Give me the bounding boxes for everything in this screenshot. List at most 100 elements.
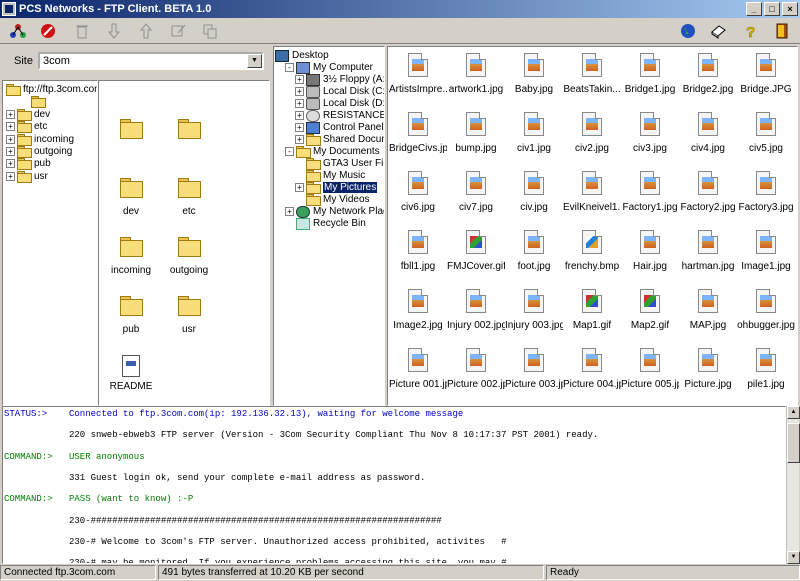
minimize-button[interactable]: _ [746,2,762,16]
expand-icon[interactable]: + [295,75,304,84]
local-tree[interactable]: Desktop - My Computer +3½ Floppy (A:) + Local… [273,46,385,406]
log-scrollbar[interactable]: ▲ ▼ [786,406,800,564]
expand-icon[interactable]: - [285,147,294,156]
folder-item[interactable]: outgoing [159,237,219,276]
file-item[interactable]: hartman.jpg [679,230,737,272]
file-item[interactable]: MAP.jpg [679,289,737,331]
file-item[interactable]: Bridge2.jpg [679,53,737,95]
file-item[interactable]: Map1.gif [563,289,621,331]
file-item[interactable]: Baby.jpg [505,53,563,95]
file-item[interactable]: FMJCover.gif [447,230,505,272]
file-item[interactable]: Factory1.jpg [621,171,679,213]
web-button[interactable] [678,22,698,40]
local-file-list[interactable]: ArtistsImpre... artwork1.jpg Baby.jpg Beats… [387,46,798,406]
file-item[interactable]: Picture 005.jpg [621,348,679,390]
file-item[interactable]: Bridge.JPG [737,53,795,95]
file-item[interactable]: civ5.jpg [737,112,795,154]
chevron-down-icon[interactable]: ▼ [247,54,262,68]
delete-button[interactable] [72,22,92,40]
folder-item[interactable]: pub [101,296,161,335]
file-item[interactable]: Map2.gif [621,289,679,331]
close-button[interactable]: × [782,2,798,16]
file-item[interactable]: ohbugger.jpg [737,289,795,331]
file-item[interactable]: BeatsTakin... [563,53,621,95]
download-button[interactable] [104,22,124,40]
file-item[interactable]: civ.jpg [505,171,563,213]
file-item[interactable]: Injury 003.jpg [505,289,563,331]
expand-icon[interactable]: + [6,147,15,156]
scroll-down-icon[interactable]: ▼ [787,551,800,564]
expand-icon[interactable]: + [285,207,294,216]
expand-icon[interactable]: + [295,111,304,120]
tree-item[interactable]: Recycle Bin [285,217,366,230]
expand-icon[interactable]: - [285,63,294,72]
tree-item[interactable]: ftp://ftp.3com.com/ [6,83,97,96]
file-item[interactable]: Factory3.jpg [737,171,795,213]
expand-icon[interactable]: + [295,183,304,192]
file-item[interactable]: foot.jpg [505,230,563,272]
file-item[interactable]: Hair.jpg [621,230,679,272]
file-item[interactable]: fbll1.jpg [389,230,447,272]
file-item[interactable]: artwork1.jpg [447,53,505,95]
file-item[interactable]: Picture 003.jpg [505,348,563,390]
site-select[interactable]: 3com ▼ [38,52,264,70]
folder-item[interactable]: incoming [101,237,161,276]
tree-item[interactable]: + etc [6,120,47,134]
folder-item[interactable] [101,119,161,147]
expand-icon[interactable]: + [295,87,304,96]
expand-icon[interactable]: + [6,122,15,132]
scroll-thumb[interactable] [787,423,800,463]
file-item[interactable]: Picture 002.jpg [447,348,505,390]
file-item[interactable]: EvilKneivel1... [563,171,621,213]
disconnect-button[interactable] [38,22,58,40]
folder-item[interactable]: usr [159,296,219,335]
expand-icon[interactable]: + [6,134,15,144]
file-item[interactable]: Image1.jpg [737,230,795,272]
expand-icon[interactable]: + [6,109,15,119]
remote-file-list[interactable]: dev etc incoming outgoing pub usr README [98,80,270,406]
upload-button[interactable] [136,22,156,40]
expand-icon[interactable]: + [295,123,304,132]
file-item[interactable]: civ7.jpg [447,171,505,213]
file-item[interactable]: civ2.jpg [563,112,621,154]
scroll-up-icon[interactable]: ▲ [787,406,800,419]
file-item[interactable]: Factory2.jpg [679,171,737,213]
file-item[interactable]: Injury 002.jpg [447,289,505,331]
file-item[interactable]: Picture.jpg [679,348,737,390]
tree-item[interactable]: + usr [6,170,48,183]
tree-item[interactable]: + pub [6,157,51,171]
folder-item[interactable]: dev [101,178,161,217]
file-item[interactable]: civ4.jpg [679,112,737,154]
help-button[interactable]: ? [740,22,760,40]
file-item[interactable]: frenchy.bmp [563,230,621,272]
options-button[interactable] [708,22,728,40]
exit-button[interactable] [772,22,792,40]
file-item[interactable]: ArtistsImpre... [389,53,447,95]
file-item[interactable]: bump.jpg [447,112,505,154]
file-item[interactable]: Bridge1.jpg [621,53,679,95]
file-item[interactable]: civ3.jpg [621,112,679,154]
rename-button[interactable] [168,22,188,40]
tree-item[interactable]: + outgoing [6,145,72,158]
file-item[interactable]: pile1.jpg [737,348,795,390]
file-item[interactable]: BridgeCivs.jpg [389,112,447,154]
folder-item[interactable]: etc [159,178,219,217]
remote-tree[interactable]: ftp://ftp.3com.com/ + dev + etc + incoming + out… [2,80,98,406]
expand-icon[interactable]: + [295,99,304,108]
file-item[interactable]: Picture 004.jpg [563,348,621,390]
connect-button[interactable] [8,22,28,40]
tree-item[interactable] [20,95,48,109]
tree-item[interactable]: + dev [6,108,50,121]
file-item[interactable]: Image2.jpg [389,289,447,331]
file-item[interactable]: civ6.jpg [389,171,447,213]
file-item[interactable]: Picture 001.jpg [389,348,447,390]
tree-item[interactable]: + incoming [6,133,74,146]
file-item[interactable]: README [101,355,161,392]
copy-button[interactable] [200,22,220,40]
expand-icon[interactable]: + [295,135,304,144]
maximize-button[interactable]: □ [764,2,780,16]
folder-item[interactable] [159,119,219,147]
expand-icon[interactable]: + [6,159,15,169]
file-item[interactable]: civ1.jpg [505,112,563,154]
expand-icon[interactable]: + [6,171,15,181]
